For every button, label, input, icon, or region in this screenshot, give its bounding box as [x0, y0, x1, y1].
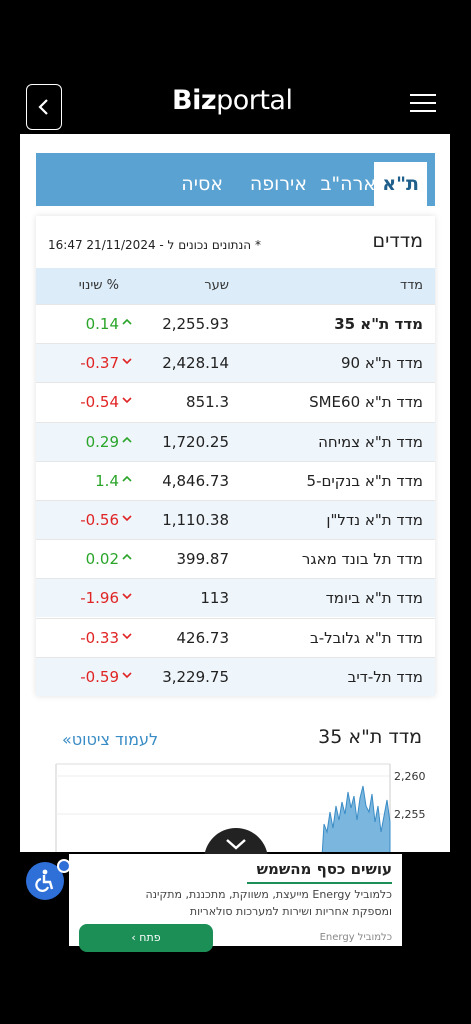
ad-open-label: פתח [139, 931, 161, 944]
index-name[interactable]: מדד תל בונד מאגר [302, 550, 423, 568]
index-change: -0.37 [80, 354, 119, 373]
index-name[interactable]: מדד ת"א גלובל-ב [310, 629, 423, 647]
hamburger-menu-icon[interactable] [410, 94, 438, 116]
chevron-left-icon [38, 99, 48, 115]
index-rate: 3,229.75 [162, 667, 229, 686]
logo-light-text: portal [216, 85, 293, 116]
indices-card: מדדים * הנתונים נכונים ל - 21/11/2024 16… [36, 216, 435, 696]
y-tick-2255: 2,255 [394, 808, 426, 821]
table-row[interactable]: מדד ת"א 90 2,428.14 -0.37 [36, 343, 435, 383]
table-row[interactable]: מדד תל בונד מאגר 399.87 0.02 [36, 539, 435, 578]
arrow-up-icon [122, 318, 132, 325]
table-row[interactable]: מדד ת"א ביומד 113 -1.96 [36, 578, 435, 618]
index-change: -0.33 [80, 628, 119, 647]
index-change: -0.56 [80, 511, 119, 529]
arrow-down-icon [122, 358, 132, 365]
arrow-up-icon [122, 554, 132, 560]
market-tabs: ת"א ארה"ב אירופה אסיה [36, 153, 435, 206]
index-rate: 113 [200, 589, 229, 608]
index-change: 1.4 [95, 471, 119, 490]
index-change: 0.14 [85, 315, 119, 333]
index-rate: 2,428.14 [162, 354, 229, 373]
advertisement-banner[interactable]: עושים כסף מהשמש כלמוביל Energy מייעצת, מ… [69, 854, 402, 952]
arrow-down-icon [122, 672, 132, 678]
index-rate: 851.3 [186, 393, 229, 412]
table-row[interactable]: מדד ת"א בנקים-5 4,846.73 1.4 [36, 460, 435, 500]
table-header: מדד שער % שינוי [36, 268, 435, 304]
table-row[interactable]: מדד ת"א נדל"ן 1,110.38 -0.56 [36, 500, 435, 539]
y-tick-2260: 2,260 [394, 770, 426, 783]
bizportal-logo[interactable]: Bizportal [172, 85, 293, 116]
tab-asia[interactable]: אסיה [181, 162, 223, 206]
column-name: מדד [399, 278, 423, 293]
accessibility-check-badge [57, 859, 71, 873]
ad-brand: כלמוביל Energy [319, 932, 392, 943]
index-change: -0.59 [80, 667, 119, 686]
arrow-down-icon [122, 397, 132, 404]
arrow-down-icon [122, 633, 132, 639]
tab-europe[interactable]: אירופה [250, 162, 307, 206]
index-rate: 426.73 [176, 628, 230, 647]
indices-title: מדדים [372, 230, 423, 252]
index-change: 0.02 [85, 550, 119, 569]
index-change: 0.29 [85, 432, 119, 451]
table-row[interactable]: מדד ת"א 35 2,255.93 0.14 [36, 304, 435, 343]
table-row[interactable]: מדד תל-דיב 3,229.75 -0.59 [36, 656, 435, 696]
index-name[interactable]: מדד ת"א צמיחה [318, 433, 423, 451]
quote-page-link[interactable]: לעמוד ציטוט» [62, 730, 158, 749]
index-name[interactable]: מדד ת"א ביומד [326, 589, 423, 607]
index-change: -0.54 [80, 393, 119, 412]
back-button[interactable] [26, 84, 62, 130]
table-row[interactable]: מדד ת"א צמיחה 1,720.25 0.29 [36, 421, 435, 461]
index-rate: 1,720.25 [162, 432, 229, 451]
ta35-chart-title: מדד ת"א 35 [318, 726, 422, 748]
index-change: -1.96 [80, 589, 119, 608]
ad-title: עושים כסף מהשמש [256, 860, 392, 878]
table-row[interactable]: מדד ת"א SME60 851.3 -0.54 [36, 382, 435, 421]
arrow-down-icon [122, 593, 132, 600]
index-name[interactable]: מדד ת"א בנקים-5 [307, 472, 423, 490]
tab-ta[interactable]: ת"א [374, 162, 427, 206]
ad-text-line-2: ומספקת אחריות ושירות למערכות סולאריות [189, 905, 392, 918]
index-name[interactable]: מדד ת"א 35 [334, 315, 423, 333]
arrow-up-icon [122, 475, 132, 482]
index-rate: 1,110.38 [162, 511, 229, 529]
index-name[interactable]: מדד תל-דיב [348, 668, 423, 686]
table-row[interactable]: מדד ת"א גלובל-ב 426.73 -0.33 [36, 617, 435, 657]
wheelchair-icon [35, 869, 54, 892]
data-timestamp-note: * הנתונים נכונים ל - 21/11/2024 16:47 [48, 238, 261, 252]
top-header: Bizportal [0, 70, 471, 140]
logo-bold-text: Biz [172, 85, 217, 116]
tab-usa[interactable]: ארה"ב [320, 162, 376, 206]
index-rate: 399.87 [176, 550, 230, 569]
index-rate: 2,255.93 [162, 315, 229, 333]
ad-underline [247, 882, 392, 884]
index-name[interactable]: מדד ת"א נדל"ן [326, 511, 423, 529]
arrow-down-icon [122, 515, 132, 522]
arrow-up-icon [122, 436, 132, 443]
main-content: ת"א ארה"ב אירופה אסיה מדדים * הנתונים נכ… [20, 134, 450, 852]
index-name[interactable]: מדד ת"א 90 [341, 354, 423, 372]
column-rate: שער [204, 278, 229, 293]
ad-open-button[interactable]: ‹ פתח [79, 924, 213, 952]
chevron-down-icon [226, 839, 246, 850]
column-change: % שינוי [78, 278, 119, 293]
index-name[interactable]: מדד ת"א SME60 [309, 393, 423, 411]
index-rate: 4,846.73 [162, 471, 229, 490]
ad-text-line-1: כלמוביל Energy מייעצת, משווקת, מתכננת, מ… [145, 888, 392, 901]
